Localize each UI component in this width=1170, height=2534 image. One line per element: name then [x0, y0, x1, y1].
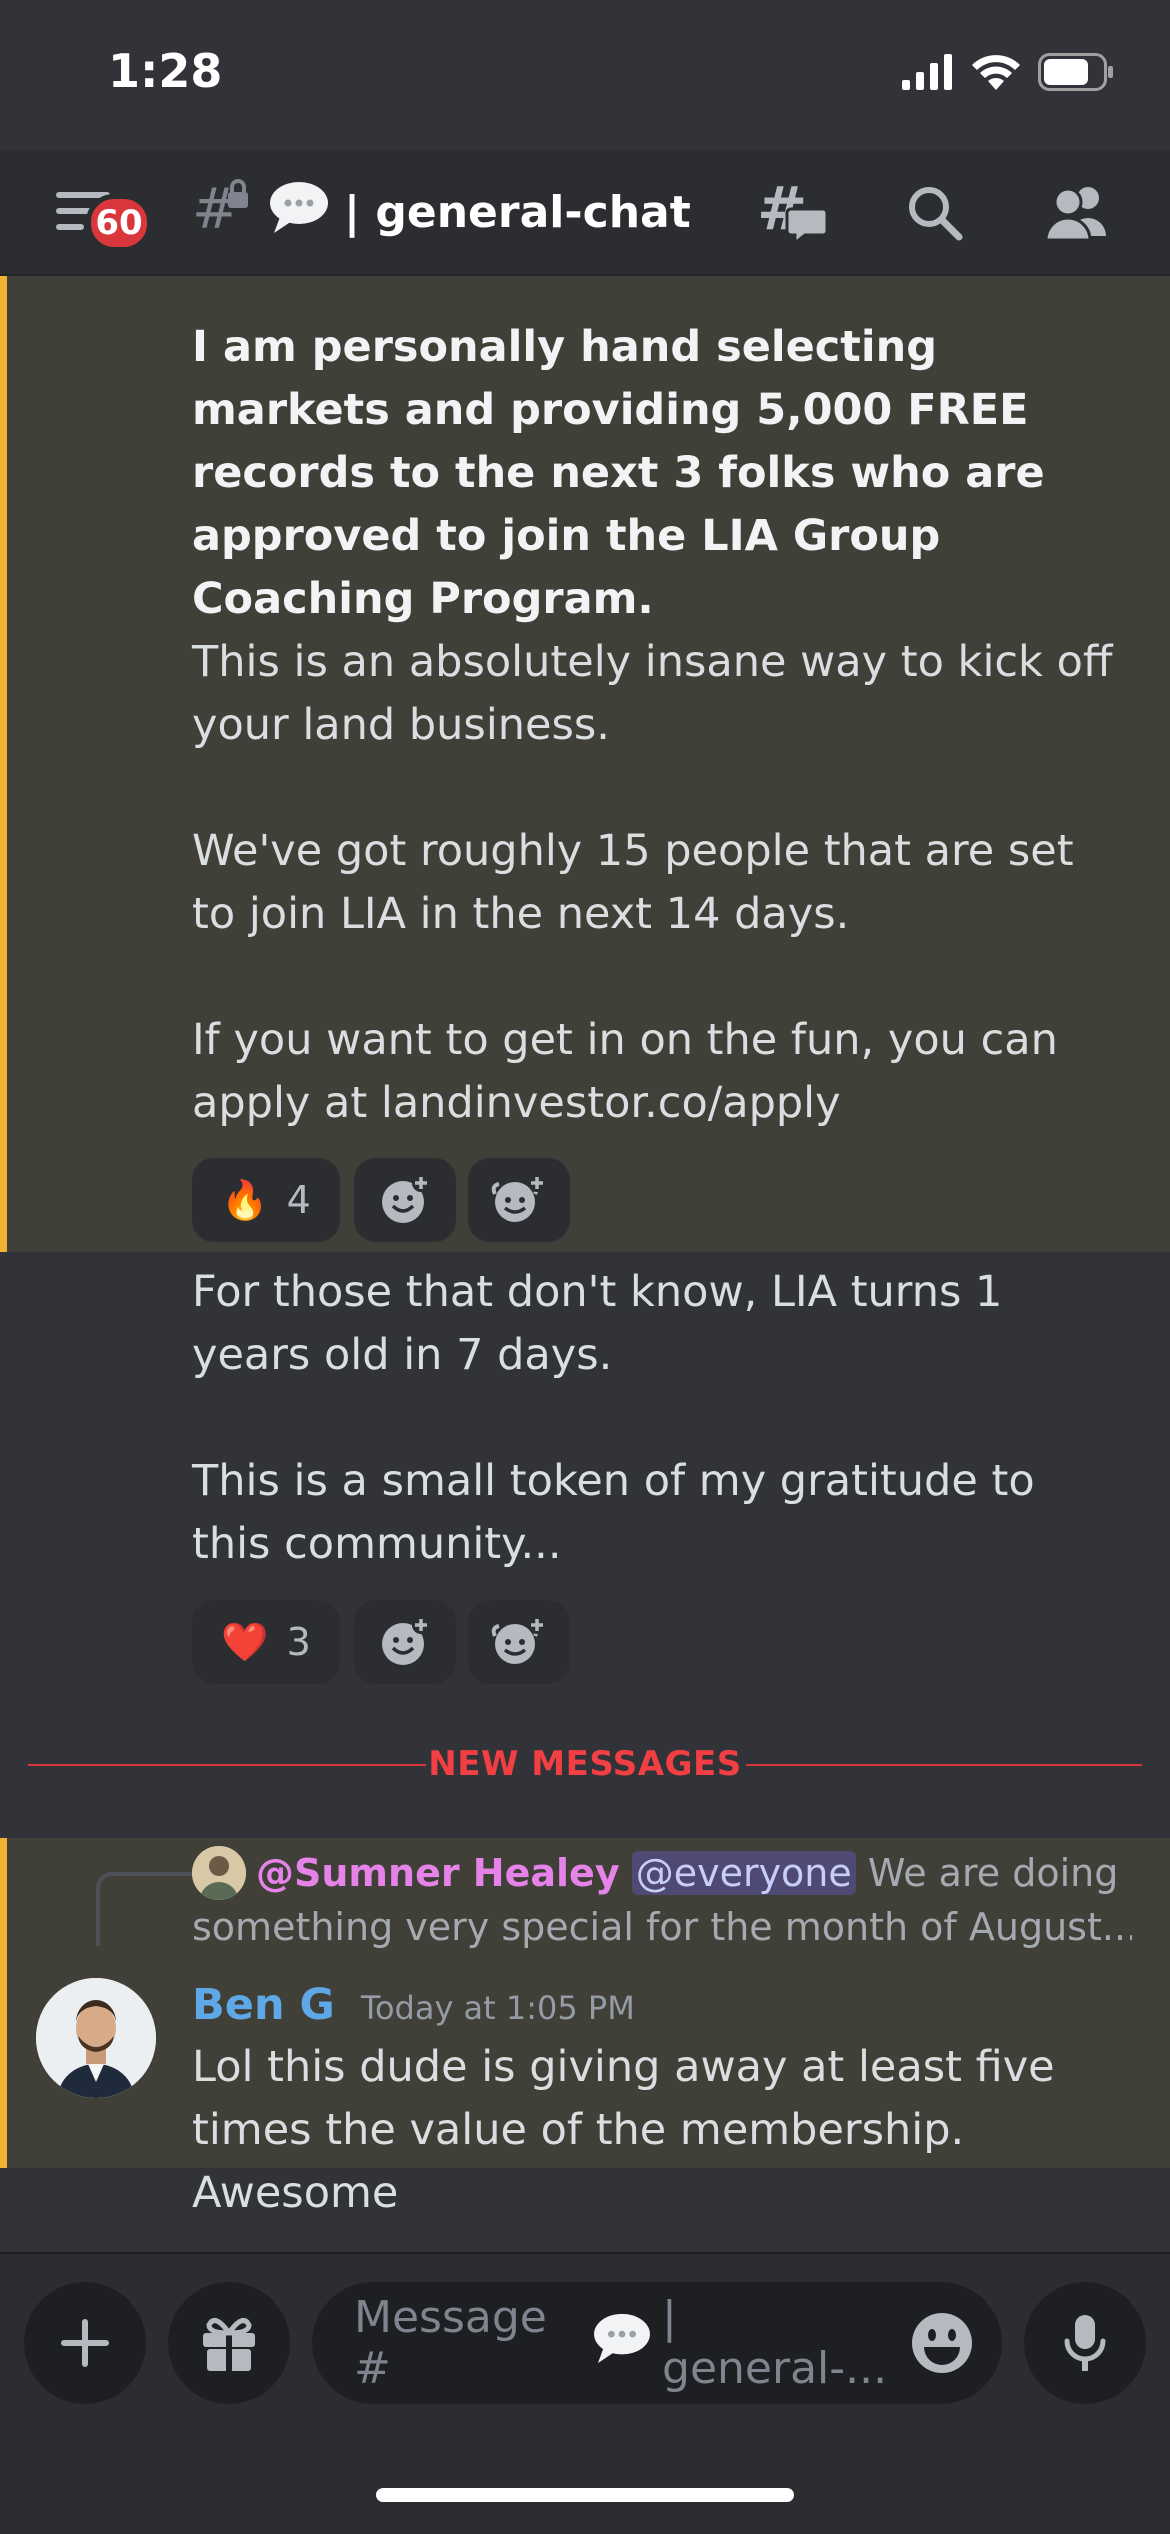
gift-icon [203, 2318, 255, 2371]
everyone-mention: @everyone [631, 1851, 856, 1895]
message-bold-text: I am personally hand selecting markets a… [192, 322, 1045, 624]
fire-reaction[interactable]: 🔥 4 [192, 1158, 340, 1242]
add-reaction-button[interactable] [354, 1158, 456, 1242]
status-time: 1:28 [108, 44, 223, 98]
mention-highlight-bar [0, 1838, 7, 2168]
user-avatar[interactable] [36, 1978, 156, 2098]
threads-icon: # [757, 179, 827, 245]
status-icons [902, 52, 1114, 96]
add-reaction-button[interactable] [354, 1600, 456, 1684]
reaction-count: 4 [286, 1178, 311, 1222]
channel-title[interactable]: | general-chat [268, 172, 691, 252]
fire-emoji: 🔥 [221, 1177, 269, 1222]
search-button[interactable] [898, 176, 970, 248]
emoji-button[interactable] [910, 2311, 974, 2375]
heart-reaction[interactable]: ❤️ 3 [192, 1600, 340, 1684]
message-header: Ben G Today at 1:05 PM [192, 1980, 635, 2040]
smiley-icon [912, 2313, 972, 2373]
reactions-row: 🔥 4 [192, 1158, 792, 1242]
battery-icon [1038, 53, 1114, 95]
reactions-row: ❤️ 3 [192, 1600, 792, 1684]
message-input[interactable]: Message # | general-... [312, 2282, 1002, 2404]
unread-badge: 60 [86, 194, 152, 252]
plus-icon [61, 2319, 109, 2367]
message-timestamp: Today at 1:05 PM [360, 1989, 635, 2027]
super-reaction-icon [491, 1616, 546, 1664]
reply-preview-line1[interactable]: @Sumner Healey @everyone We are doing [256, 1846, 1156, 1900]
reply-connector [96, 1872, 192, 1946]
new-messages-label: NEW MESSAGES [428, 1744, 742, 1784]
reply-preview-line2: something very special for the month of … [192, 1905, 1132, 1949]
reply-author-name: @Sumner Healey [256, 1851, 620, 1895]
super-reaction-icon [491, 1174, 546, 1222]
add-super-reaction-button[interactable] [468, 1600, 570, 1684]
microphone-icon [1064, 2315, 1106, 2371]
placeholder-prefix: Message # [354, 2292, 547, 2394]
reply-author-avatar[interactable] [192, 1846, 246, 1900]
add-super-reaction-button[interactable] [468, 1158, 570, 1242]
placeholder-suffix: | general-... [662, 2292, 888, 2394]
message-paragraph: For those that don't know, LIA turns 1 y… [192, 1267, 1003, 1380]
channel-hashtag-lock-icon: # [190, 176, 254, 244]
heart-emoji: ❤️ [221, 1619, 269, 1664]
message-paragraph: We've got roughly 15 people that are set… [192, 826, 1074, 939]
threads-button[interactable]: # [756, 176, 828, 248]
home-indicator[interactable] [376, 2488, 794, 2502]
members-button[interactable] [1042, 176, 1114, 248]
add-reaction-icon [382, 1174, 430, 1223]
voice-message-button[interactable] [1024, 2282, 1146, 2404]
message-paragraph: This is an absolutely insane way to kick… [192, 637, 1113, 750]
author-name[interactable]: Ben G [192, 1980, 335, 2030]
speech-bubble-icon [268, 179, 330, 246]
reply-preview-text: We are doing [867, 1851, 1119, 1895]
gift-button[interactable] [168, 2282, 290, 2404]
search-icon [909, 187, 963, 241]
add-reaction-icon [382, 1616, 430, 1665]
mention-highlight-bar [0, 276, 7, 1252]
speech-bubble-icon [592, 2311, 652, 2376]
channel-name: | general-chat [344, 186, 691, 238]
message-paragraph: If you want to get in on the fun, you ca… [192, 1015, 1058, 1128]
reaction-count: 3 [286, 1620, 311, 1664]
members-icon [1044, 187, 1106, 240]
message-text: Lol this dude is giving away at least fi… [192, 2042, 1055, 2218]
signal-icon [902, 54, 954, 94]
wifi-icon [972, 54, 1020, 94]
attach-button[interactable] [24, 2282, 146, 2404]
message-paragraph: This is a small token of my gratitude to… [192, 1456, 1035, 1569]
